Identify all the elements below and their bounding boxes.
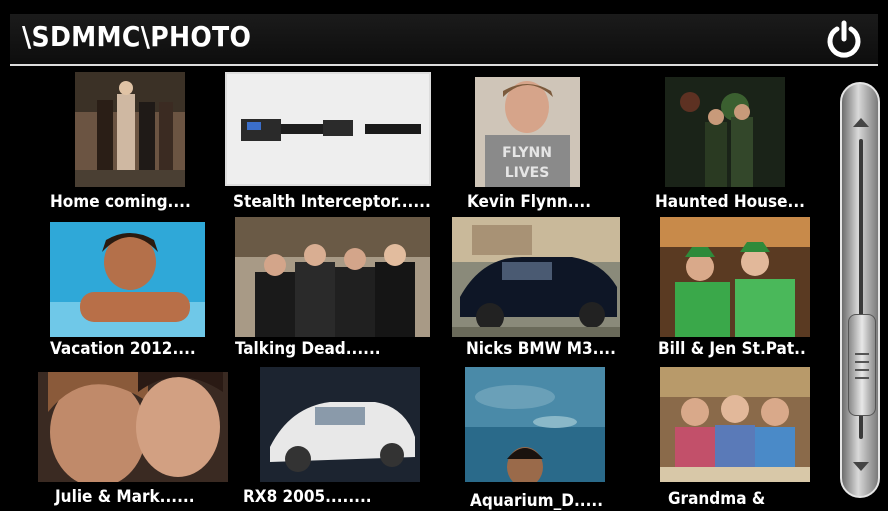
photo-caption: Grandma &	[668, 489, 766, 509]
photo-tile[interactable]: Julie & Mark......	[20, 367, 235, 509]
photo-tile[interactable]: Grandma &	[640, 367, 830, 509]
photo-thumbnail: FLYNN LIVES	[475, 77, 580, 187]
photo-thumbnail	[38, 372, 228, 482]
photo-thumbnail	[75, 72, 185, 187]
photo-thumbnail	[660, 367, 810, 482]
photo-caption: RX8 2005........	[243, 487, 372, 507]
photo-tile[interactable]: Stealth Interceptor......	[225, 72, 435, 217]
photo-tile[interactable]: FLYNN LIVES Kevin Flynn....	[455, 72, 625, 217]
photo-caption: Home coming....	[50, 192, 191, 212]
photo-thumbnail	[235, 217, 430, 337]
photo-caption: Vacation 2012....	[50, 339, 196, 359]
photo-caption: Haunted House...	[655, 192, 805, 212]
photo-tile[interactable]: Talking Dead......	[225, 217, 435, 367]
photo-thumbnail	[50, 222, 205, 337]
vertical-scrollbar[interactable]	[840, 82, 880, 498]
photo-thumbnail	[452, 217, 620, 337]
photo-thumbnail	[665, 77, 785, 187]
photo-tile[interactable]: Nicks BMW M3....	[450, 217, 630, 367]
photo-thumbnail	[660, 217, 810, 337]
photo-caption: Talking Dead......	[235, 339, 381, 359]
photo-tile[interactable]: Haunted House...	[645, 72, 830, 217]
photo-tile[interactable]: Bill & Jen St.Pat..	[640, 217, 830, 367]
photo-caption: Stealth Interceptor......	[233, 192, 431, 212]
scroll-thumb[interactable]	[848, 314, 876, 416]
folder-path: \SDMMC\PHOTO	[22, 20, 252, 53]
photo-tile[interactable]: Aquarium_D.....	[450, 367, 630, 511]
scroll-down-icon[interactable]	[853, 462, 869, 471]
power-icon[interactable]	[824, 20, 864, 60]
photo-tile[interactable]: RX8 2005........	[235, 367, 440, 509]
scroll-up-icon[interactable]	[853, 118, 869, 127]
photo-tile[interactable]: Vacation 2012....	[20, 217, 225, 367]
svg-text:FLYNN: FLYNN	[502, 145, 552, 161]
photo-caption: Aquarium_D.....	[470, 491, 604, 511]
photo-caption: Julie & Mark......	[55, 487, 195, 507]
photo-caption: Bill & Jen St.Pat..	[658, 339, 806, 359]
photo-thumbnail	[260, 367, 420, 482]
photo-caption: Nicks BMW M3....	[466, 339, 616, 359]
photo-thumbnail	[465, 367, 605, 482]
photo-grid: Home coming.... Stealth Interceptor.....…	[20, 72, 830, 511]
photo-tile[interactable]: Home coming....	[20, 72, 225, 217]
photo-thumbnail	[225, 72, 431, 186]
photo-caption: Kevin Flynn....	[467, 192, 592, 212]
title-bar: \SDMMC\PHOTO	[10, 14, 878, 66]
svg-text:LIVES: LIVES	[505, 165, 550, 181]
